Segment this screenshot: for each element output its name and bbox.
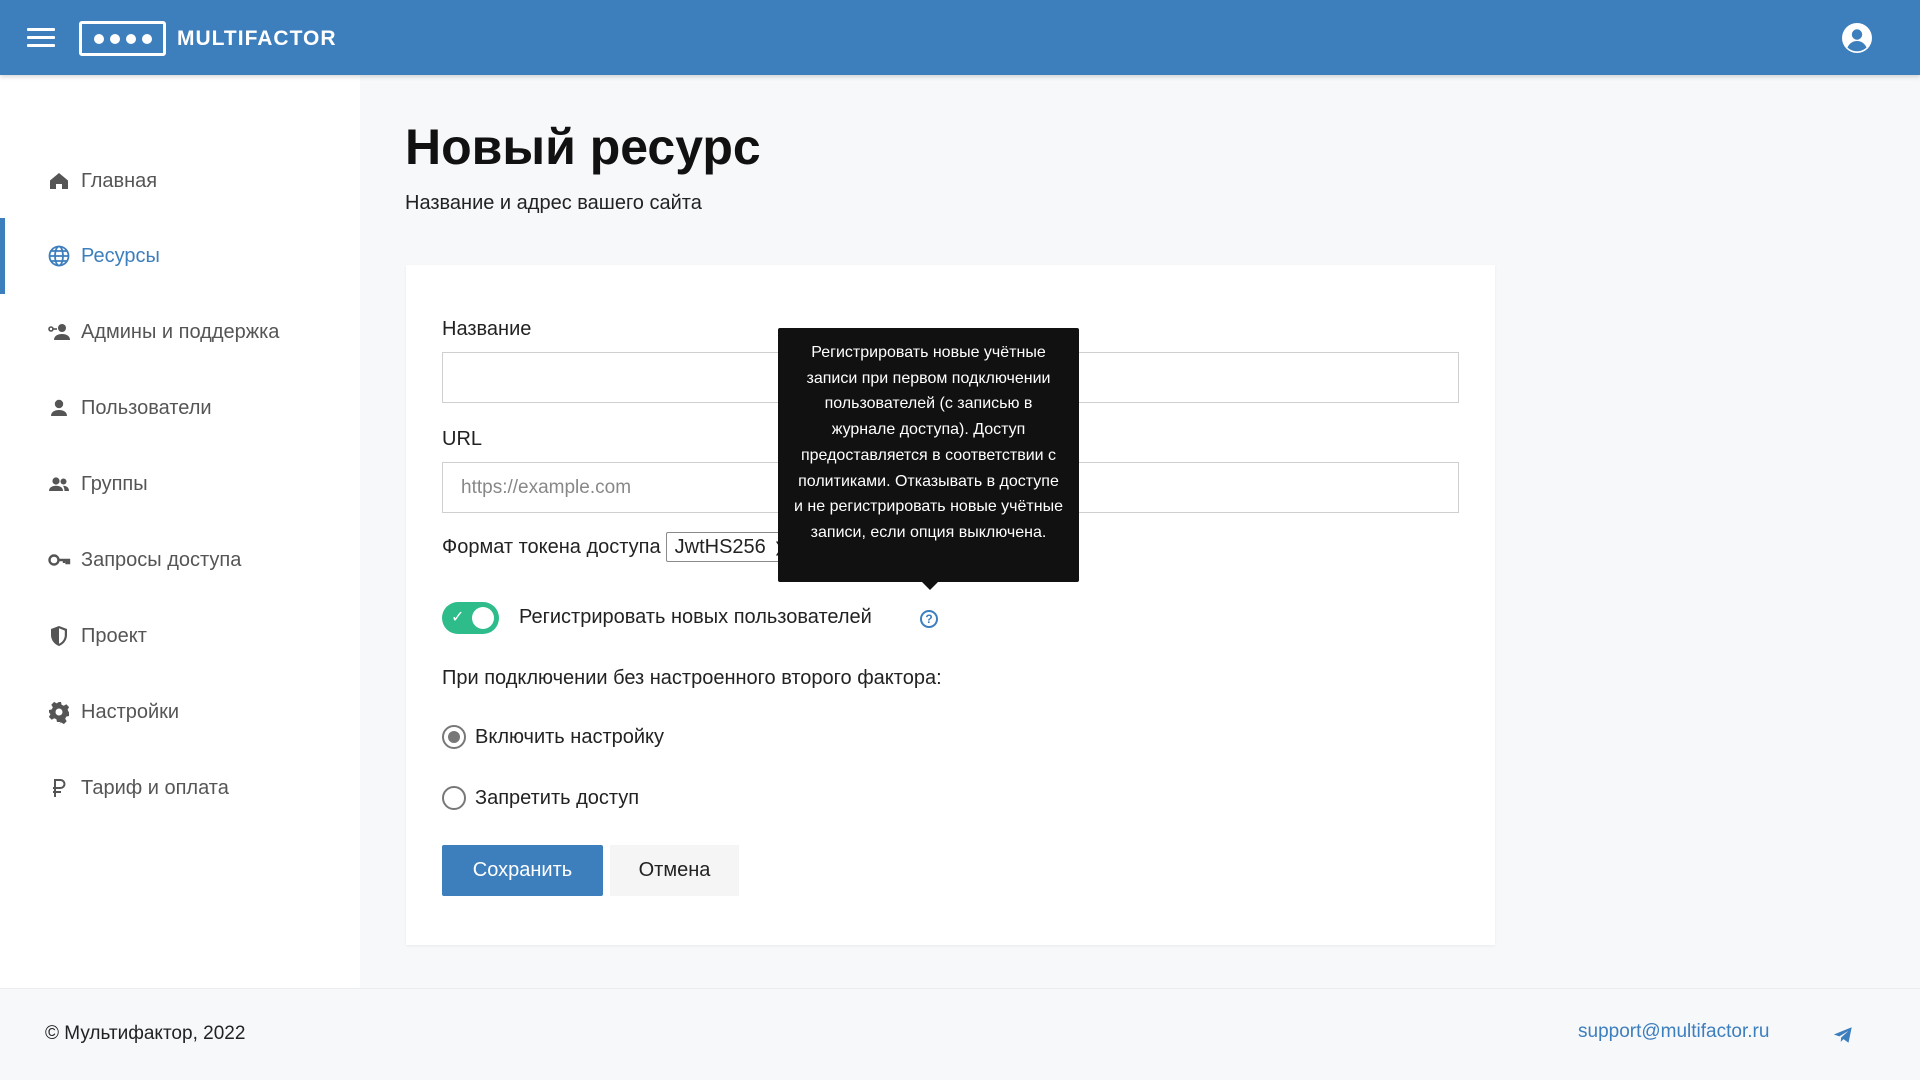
token-format-label: Формат токена доступа [442,535,661,558]
help-icon[interactable]: ? [920,610,938,628]
telegram-icon[interactable] [1832,1024,1854,1046]
page-subtitle: Название и адрес вашего сайта [405,192,702,214]
copyright-text: © Мультифактор, 2022 [45,1023,246,1044]
logo-mark [79,21,166,56]
save-button[interactable]: Сохранить [442,845,603,896]
sidebar-item-home[interactable]: Главная [0,143,360,219]
radio-deny-access[interactable]: Запретить доступ [442,786,639,810]
app-name: MULTIFACTOR [177,26,337,50]
sidebar-item-label: Настройки [81,700,180,723]
sidebar-item-users[interactable]: Пользователи [0,370,360,446]
register-users-tooltip: Регистрировать новые учётные записи при … [778,328,1079,590]
token-format-select[interactable]: JwtHS256 ❯ [665,532,796,562]
logo[interactable]: MULTIFACTOR [79,21,337,56]
register-users-label: Регистрировать новых пользователей [519,606,872,628]
radio-deny-access-label: Запретить доступ [475,786,640,809]
home-icon [46,168,72,194]
user-icon [46,395,72,421]
user-account-icon[interactable] [1841,22,1873,54]
sidebar-item-settings[interactable]: Настройки [0,674,360,750]
hamburger-menu-icon[interactable] [27,28,55,48]
register-users-toggle[interactable]: ✓ [442,602,499,634]
sidebar-item-groups[interactable]: Группы [0,446,360,522]
sidebar-item-label: Проект [81,624,147,647]
sidebar-item-access-requests[interactable]: Запросы доступа [0,522,360,598]
group-icon [46,471,72,497]
sidebar-item-label: Ресурсы [81,244,160,267]
sidebar-item-label: Пользователи [81,396,212,419]
radio-enable-setup-label: Включить настройку [475,725,664,748]
cancel-button[interactable]: Отмена [610,845,739,896]
url-label: URL [442,428,483,450]
gear-icon [46,699,72,725]
check-icon: ✓ [451,609,465,626]
ruble-icon [46,775,72,801]
key-icon [46,547,72,573]
sidebar-item-billing[interactable]: Тариф и оплата [0,750,360,826]
sidebar-item-label: Админы и поддержка [81,320,280,343]
token-format-value: JwtHS256 [674,535,766,558]
name-label: Название [442,318,532,340]
sidebar-item-label: Главная [81,169,158,192]
sidebar: Главная Ресурсы Админы и поддержка Польз… [0,75,360,988]
radio-button-unchecked[interactable] [442,786,466,810]
shield-icon [46,623,72,649]
sidebar-item-label: Запросы доступа [81,548,242,571]
sidebar-item-resources[interactable]: Ресурсы [0,218,360,294]
sidebar-item-label: Группы [81,472,148,495]
sidebar-item-label: Тариф и оплата [81,776,229,799]
sidebar-item-admins[interactable]: Админы и поддержка [0,294,360,370]
token-format-row: Формат токена доступа JwtHS256 ❯ [442,532,796,562]
page-title: Новый ресурс [405,119,761,175]
no-second-factor-label: При подключении без настроенного второго… [442,667,942,689]
support-email-link[interactable]: support@multifactor.ru [1578,1021,1769,1043]
radio-button-checked[interactable] [442,725,466,749]
radio-enable-setup[interactable]: Включить настройку [442,725,664,749]
toggle-knob [472,607,494,629]
globe-icon [46,243,72,269]
top-app-bar: MULTIFACTOR [0,0,1920,75]
admin-support-icon [46,319,72,345]
sidebar-item-project[interactable]: Проект [0,598,360,674]
